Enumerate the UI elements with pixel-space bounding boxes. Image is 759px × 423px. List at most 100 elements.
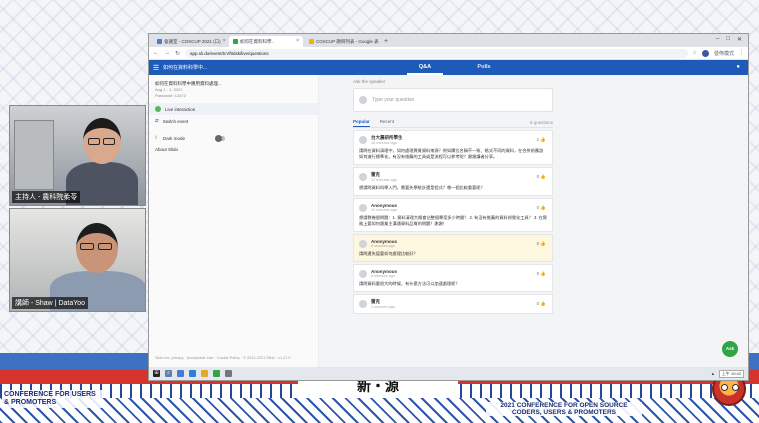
user-avatar	[359, 96, 367, 104]
sidebar-item-label: Live interaction	[165, 106, 196, 112]
host-webcam: 主持人 - 農科院柔苓	[9, 105, 146, 206]
like-count: 0	[536, 301, 540, 306]
maximize-icon[interactable]: □	[726, 36, 730, 43]
slido-icon	[233, 39, 238, 44]
slido-header: ☰ 如何在資料科學中... Q&A Polls ●	[149, 60, 748, 75]
like-button[interactable]: 0 👍	[537, 241, 546, 247]
address-bar: ← → ↻ app.sli.do/event/tcVf8dsk/live/que…	[149, 47, 748, 60]
window-controls: – □ ✕	[716, 36, 742, 43]
question-text: 請問在資料清理中，如何處理異質資料來源？例如欄位名稱不一致、格式不同的資料，在合…	[359, 148, 544, 159]
close-icon[interactable]: ×	[223, 36, 226, 47]
sheets-icon	[309, 39, 314, 44]
author-avatar	[359, 173, 367, 181]
ask-placeholder: Type your question	[372, 97, 415, 103]
qa-main: Ask the speaker Type your question Popul…	[319, 75, 748, 367]
task-view-icon[interactable]	[177, 370, 184, 377]
tab-popular[interactable]: Popular	[353, 119, 370, 127]
browser-tab[interactable]: 會議室 - COSCUP 2021 (口) ×	[153, 36, 227, 47]
right-banner-text: 2021 CONFERENCE FOR OPEN SOURCE CODERS, …	[486, 402, 642, 416]
sidebar-item-about[interactable]: About Slido	[155, 144, 312, 155]
moon-icon: ☾	[155, 135, 160, 140]
question-count: 6 questions	[529, 120, 553, 125]
toolbar-right: ☆ 發佈模式 ⋮	[693, 49, 744, 57]
question-card: Anonymous 10 minutes ago 0 👍 想請教幾個問題：1. …	[353, 198, 553, 232]
tab-label: COSCUP 題目列表 - Google 表	[316, 39, 379, 44]
like-count: 0	[536, 271, 540, 276]
app-icon[interactable]	[225, 370, 232, 377]
speaker-glasses-left	[80, 243, 94, 250]
host-glasses-right	[103, 138, 115, 145]
meeting-icon	[157, 39, 162, 44]
taskbar-clock[interactable]: 上午 10:42	[718, 369, 744, 378]
network-icon[interactable]: ▲	[711, 371, 715, 376]
sidebar-item-label: Switch event	[162, 118, 189, 124]
like-count: 1	[536, 137, 540, 142]
minimize-icon[interactable]: –	[716, 36, 719, 43]
author-avatar	[359, 300, 367, 308]
search-icon[interactable]: ⌕	[165, 370, 172, 377]
shared-screen: 會議室 - COSCUP 2021 (口) × 如何在資料科學.. × COSC…	[148, 33, 749, 381]
question-card-highlighted: Anonymous 8 minutes ago 0 👍 請問遺失值要如何處理比較…	[353, 234, 553, 262]
question-card: Anonymous 6 minutes ago 0 👍 請問資料量很大的時候，有…	[353, 264, 553, 292]
ask-question-input[interactable]: Type your question	[353, 88, 553, 112]
like-button[interactable]: 0 👍	[537, 205, 546, 211]
menu-icon[interactable]: ⋮	[739, 50, 744, 56]
folder-icon[interactable]	[201, 370, 208, 377]
author-avatar	[359, 203, 367, 212]
sidebar-item-dark-mode[interactable]: ☾ Dark mode	[155, 132, 312, 144]
tab-label: 如何在資料科學..	[240, 39, 274, 44]
windows-start-icon[interactable]: ⊞	[153, 370, 160, 377]
close-icon[interactable]: ×	[296, 36, 299, 47]
windows-taskbar: ⊞ ⌕ ▲ 上午 10:42	[149, 367, 748, 380]
host-glasses-left	[88, 138, 100, 145]
tab-recent[interactable]: Recent	[380, 119, 394, 126]
question-time: 12 minutes ago	[371, 178, 397, 182]
user-icon[interactable]: ●	[736, 64, 740, 70]
reload-icon[interactable]: ↻	[175, 50, 180, 57]
like-button[interactable]: 0 👍	[537, 271, 546, 277]
question-time: 8 minutes ago	[371, 244, 395, 248]
backdrop-pattern-inner	[0, 398, 759, 423]
ask-fab-button[interactable]: Ask	[722, 341, 738, 357]
question-text: 請問遺失值要如何處理比較好？	[359, 251, 418, 256]
forward-icon[interactable]: →	[164, 50, 170, 56]
qa-column: Ask the speaker Type your question Popul…	[353, 75, 553, 314]
like-count: 0	[536, 174, 540, 179]
author-avatar	[359, 239, 367, 248]
author-avatar	[359, 269, 367, 278]
new-tab-button[interactable]: +	[381, 36, 391, 47]
mascot-eye-left	[721, 384, 728, 391]
sidebar-footer: Slido Inc. privacy · Acceptable Use · Co…	[155, 356, 291, 360]
slido-sidebar: 如何在資料科學中應用資料處理... Aug 1 - 1, 2021 Passco…	[149, 75, 319, 367]
hamburger-icon[interactable]: ☰	[149, 64, 163, 72]
like-count: 0	[536, 241, 540, 246]
sidebar-item-live-interaction[interactable]: Live interaction	[149, 103, 318, 115]
switch-icon: ⇄	[155, 118, 159, 123]
edge-icon[interactable]	[189, 370, 196, 377]
browser-tab[interactable]: COSCUP 題目列表 - Google 表 ×	[305, 36, 379, 47]
question-card: 台大農研所學生 15 minutes ago 1 👍 請問在資料清理中，如何處理…	[353, 130, 553, 165]
tab-polls[interactable]: Polls	[469, 60, 499, 75]
back-icon[interactable]: ←	[153, 50, 159, 56]
sort-tabs: Popular Recent 6 questions	[353, 118, 553, 128]
slido-body: 如何在資料科學中應用資料處理... Aug 1 - 1, 2021 Passco…	[149, 75, 748, 367]
profile-avatar[interactable]	[701, 49, 709, 57]
question-text: 想請教幾個問題：1. 資料清理大概會佔整個專案多少時間？ 2. 有沒有推薦的資料…	[359, 215, 547, 226]
question-card: 雷克 12 minutes ago 0 👍 想請問資料科學入門，需要先學統計還是…	[353, 167, 553, 196]
sidebar-item-label: Dark mode	[163, 135, 186, 141]
star-icon[interactable]: ☆	[693, 50, 697, 56]
like-button[interactable]: 1 👍	[537, 137, 546, 143]
speaker-name-label: 講師 - Shaw | DataYoo	[12, 297, 89, 309]
left-banner-text: CONFERENCE FOR USERS & PROMOTERS	[2, 390, 102, 408]
like-button[interactable]: 0 👍	[537, 174, 546, 180]
speaker-glasses-right	[98, 243, 112, 250]
chrome-icon[interactable]	[213, 370, 220, 377]
tab-qa[interactable]: Q&A	[407, 60, 443, 75]
sidebar-item-switch-event[interactable]: ⇄ Switch event	[155, 115, 312, 127]
like-button[interactable]: 0 👍	[537, 301, 546, 307]
dark-mode-toggle[interactable]	[215, 134, 226, 142]
url-field[interactable]: app.sli.do/event/tcVf8dsk/live/questions	[185, 48, 688, 58]
close-window-icon[interactable]: ✕	[737, 36, 742, 43]
like-count: 0	[536, 205, 540, 210]
browser-tab-active[interactable]: 如何在資料科學.. ×	[229, 36, 303, 47]
